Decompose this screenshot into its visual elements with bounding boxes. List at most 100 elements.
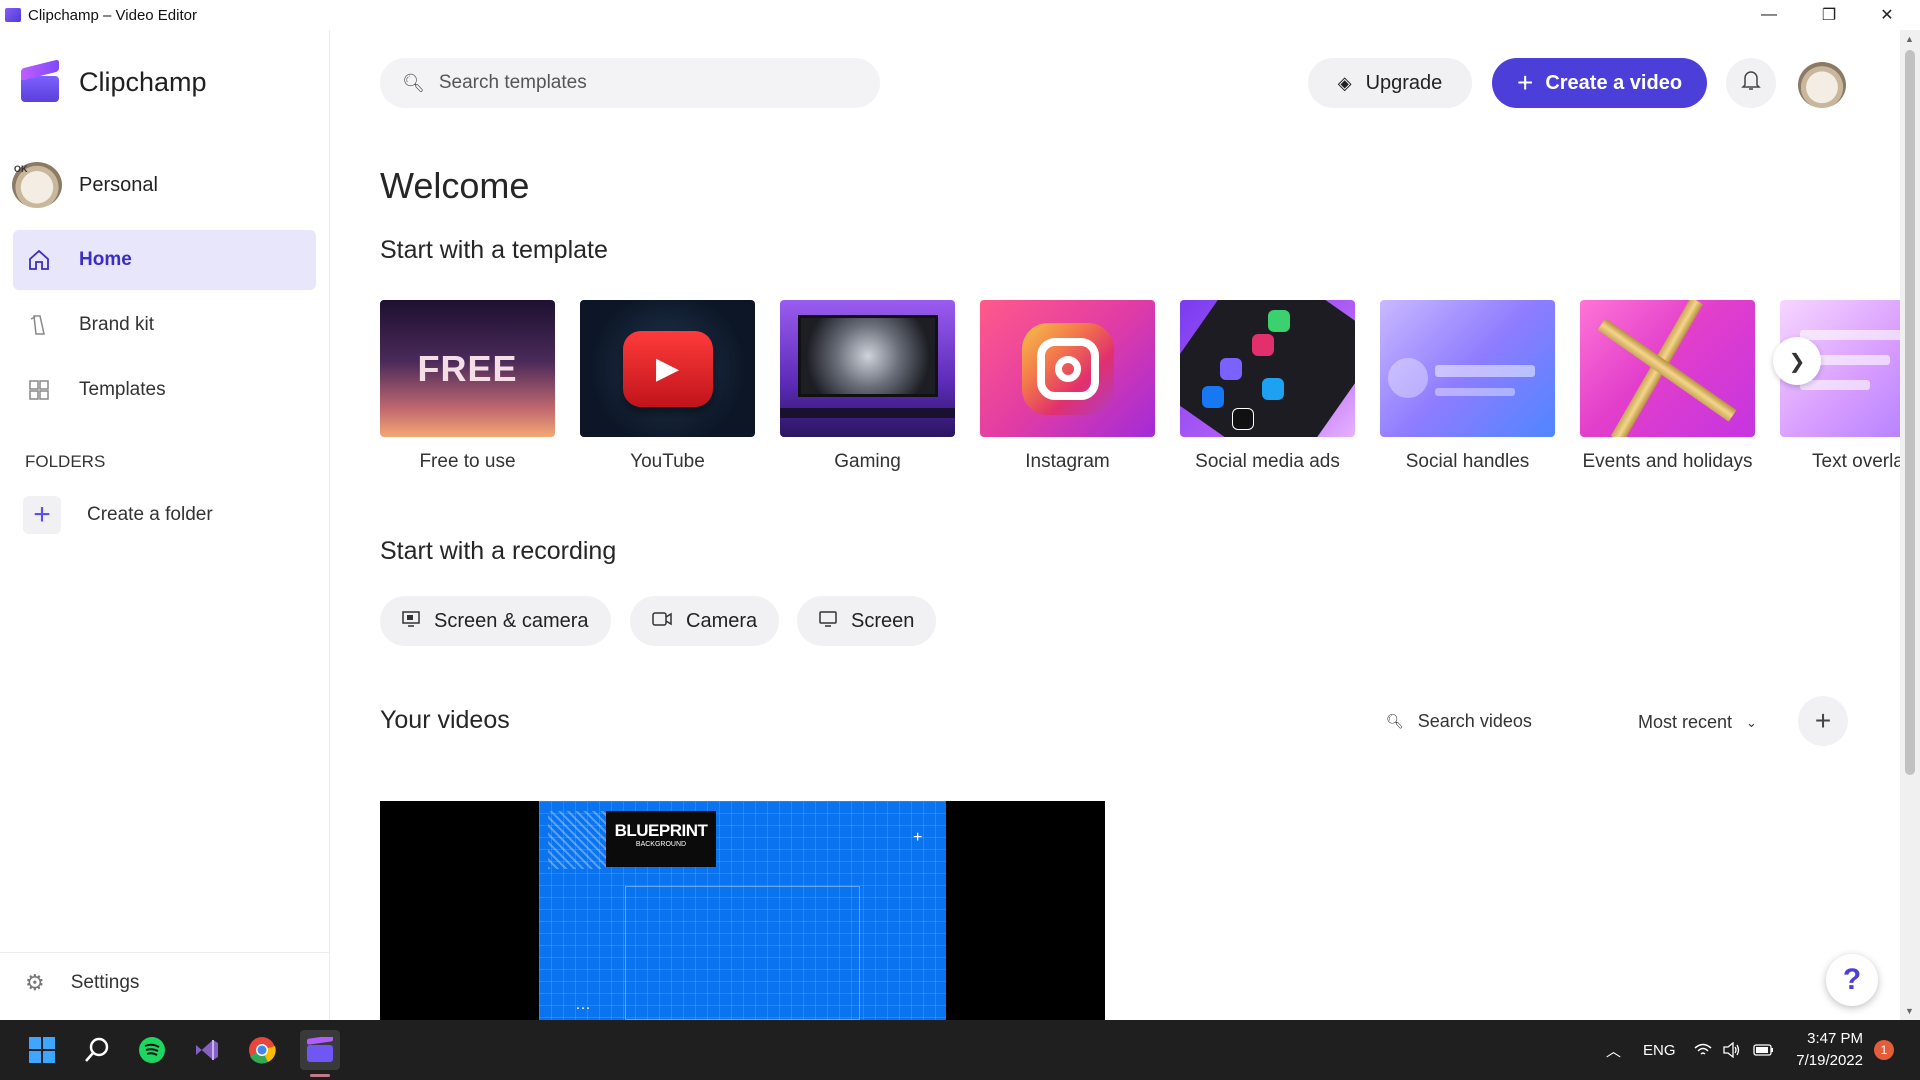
page-title: Welcome <box>380 165 530 206</box>
clock[interactable]: 3:47 PM 7/19/2022 <box>1785 1028 1863 1072</box>
search-icon[interactable] <box>81 1034 113 1066</box>
template-label: Events and holidays <box>1582 451 1753 472</box>
date: 7/19/2022 <box>1796 1052 1863 1069</box>
recording-label: Screen & camera <box>434 609 589 632</box>
template-thumbnail: FREE <box>380 300 555 437</box>
clipchamp-app-icon <box>5 8 21 22</box>
blueprint-title-card: BLUEPRINT BACKGROUND <box>606 811 716 867</box>
plus-icon: + <box>23 496 61 534</box>
profile-switcher[interactable]: Personal <box>12 162 158 208</box>
sort-label: Most recent <box>1638 712 1733 732</box>
diamond-icon: ◈ <box>1337 72 1352 93</box>
restore-button[interactable]: ❐ <box>1800 0 1858 30</box>
recording-label: Camera <box>686 609 758 632</box>
template-label: Instagram <box>1025 451 1110 472</box>
chevron-right-icon: ❯ <box>1788 350 1806 373</box>
settings-label: Settings <box>70 972 140 993</box>
account-avatar[interactable] <box>1798 62 1846 108</box>
scrollbar-thumb[interactable] <box>1905 50 1915 775</box>
volume-icon[interactable] <box>1723 1020 1741 1080</box>
app-name: Clipchamp <box>79 66 207 97</box>
template-thumbnail <box>1380 300 1555 437</box>
help-button[interactable]: ? <box>1826 954 1878 1006</box>
screen-button[interactable]: Screen <box>797 596 937 646</box>
language-indicator[interactable]: ENG <box>1643 1020 1676 1080</box>
sidebar-item-brand-kit[interactable]: Brand kit <box>13 295 316 355</box>
notification-badge[interactable]: 1 <box>1874 1040 1894 1060</box>
start-icon[interactable] <box>26 1034 58 1066</box>
template-free-to-use[interactable]: FREE Free to use <box>380 300 555 473</box>
template-label: Social handles <box>1405 451 1530 472</box>
main-content: 🔍︎ Search templates ◈ Upgrade + Create a… <box>330 30 1900 1020</box>
settings-button[interactable]: ⚙ Settings <box>25 970 139 996</box>
plus-icon: + <box>1516 67 1534 98</box>
more-options-icon: … <box>575 996 591 1013</box>
sidebar-item-label: Templates <box>79 379 166 400</box>
add-video-button[interactable]: + <box>1798 696 1848 746</box>
templates-heading: Start with a template <box>380 236 608 264</box>
create-video-button[interactable]: + Create a video <box>1492 58 1707 108</box>
folders-heading: FOLDERS <box>25 452 106 471</box>
screen-and-camera-button[interactable]: Screen & camera <box>380 596 611 646</box>
bell-icon <box>1741 69 1761 97</box>
minimize-button[interactable]: — <box>1740 0 1798 30</box>
template-instagram[interactable]: Instagram <box>980 300 1155 473</box>
instagram-logo-icon <box>1021 322 1114 415</box>
sort-dropdown[interactable]: Most recent ⌄ <box>1638 712 1757 733</box>
wifi-icon[interactable] <box>1694 1020 1712 1080</box>
scrollbar[interactable]: ▲ ▼ <box>1900 30 1920 1020</box>
create-video-label: Create a video <box>1545 71 1683 94</box>
notifications-button[interactable] <box>1726 58 1776 108</box>
template-thumbnail <box>1180 300 1355 437</box>
chrome-icon[interactable] <box>246 1034 278 1066</box>
template-label: Text overla <box>1812 451 1900 472</box>
scroll-up-icon[interactable]: ▲ <box>1905 34 1914 44</box>
camera-button[interactable]: Camera <box>630 596 780 646</box>
template-gaming[interactable]: Gaming <box>780 300 955 473</box>
template-social-handles[interactable]: Social handles <box>1380 300 1555 473</box>
search-placeholder: Search templates <box>438 72 587 93</box>
create-folder-button[interactable]: + Create a folder <box>23 496 213 534</box>
template-label: Free to use <box>419 451 516 472</box>
template-social-media-ads[interactable]: Social media ads <box>1180 300 1355 473</box>
sidebar-item-label: Brand kit <box>79 314 154 335</box>
show-hidden-icons[interactable]: ︿ <box>1606 1020 1621 1080</box>
templates-next-button[interactable]: ❯ <box>1773 337 1821 385</box>
brand-kit-icon <box>27 313 51 337</box>
question-mark-icon: ? <box>1842 963 1862 996</box>
time: 3:47 PM <box>1807 1030 1863 1047</box>
search-icon: 🔍︎ <box>1386 713 1404 729</box>
sidebar: Clipchamp Personal Home Brand kit Templa… <box>0 30 330 1020</box>
upgrade-label: Upgrade <box>1365 71 1443 94</box>
template-thumbnail <box>780 300 955 437</box>
taskbar: ︿ ENG 3:47 PM 7/19/2022 1 <box>0 1020 1920 1080</box>
spotify-icon[interactable] <box>136 1034 168 1066</box>
search-videos-placeholder: Search videos <box>1417 711 1532 731</box>
window-title: Clipchamp – Video Editor <box>28 6 197 24</box>
crosshair-icon: + <box>913 829 923 846</box>
upgrade-button[interactable]: ◈ Upgrade <box>1308 58 1472 108</box>
search-videos-input[interactable]: 🔍︎ Search videos <box>1386 711 1532 732</box>
camera-icon <box>652 611 672 631</box>
sidebar-item-templates[interactable]: Templates <box>13 360 316 420</box>
video-card[interactable]: BLUEPRINT BACKGROUND + … <box>380 801 1105 1020</box>
visual-studio-icon[interactable] <box>191 1034 223 1066</box>
clipchamp-icon[interactable] <box>300 1030 340 1070</box>
template-events-and-holidays[interactable]: Events and holidays <box>1580 300 1755 473</box>
screen-camera-icon <box>402 610 420 632</box>
close-button[interactable]: ✕ <box>1858 0 1916 30</box>
template-thumbnail <box>980 300 1155 437</box>
profile-name: Personal <box>79 173 158 196</box>
divider <box>0 952 330 953</box>
scroll-down-icon[interactable]: ▼ <box>1905 1006 1914 1016</box>
sidebar-item-home[interactable]: Home <box>13 230 316 290</box>
logo-row[interactable]: Clipchamp <box>19 59 207 102</box>
chevron-up-icon: ︿ <box>1606 1042 1622 1060</box>
chevron-down-icon: ⌄ <box>1746 714 1757 730</box>
search-templates-input[interactable]: 🔍︎ Search templates <box>380 58 880 108</box>
template-text-overlay[interactable]: Text overla <box>1780 300 1900 473</box>
template-youtube[interactable]: ▶ YouTube <box>580 300 755 473</box>
battery-icon[interactable] <box>1753 1020 1775 1080</box>
youtube-logo-icon: ▶ <box>622 330 713 407</box>
screen-icon <box>819 610 837 632</box>
